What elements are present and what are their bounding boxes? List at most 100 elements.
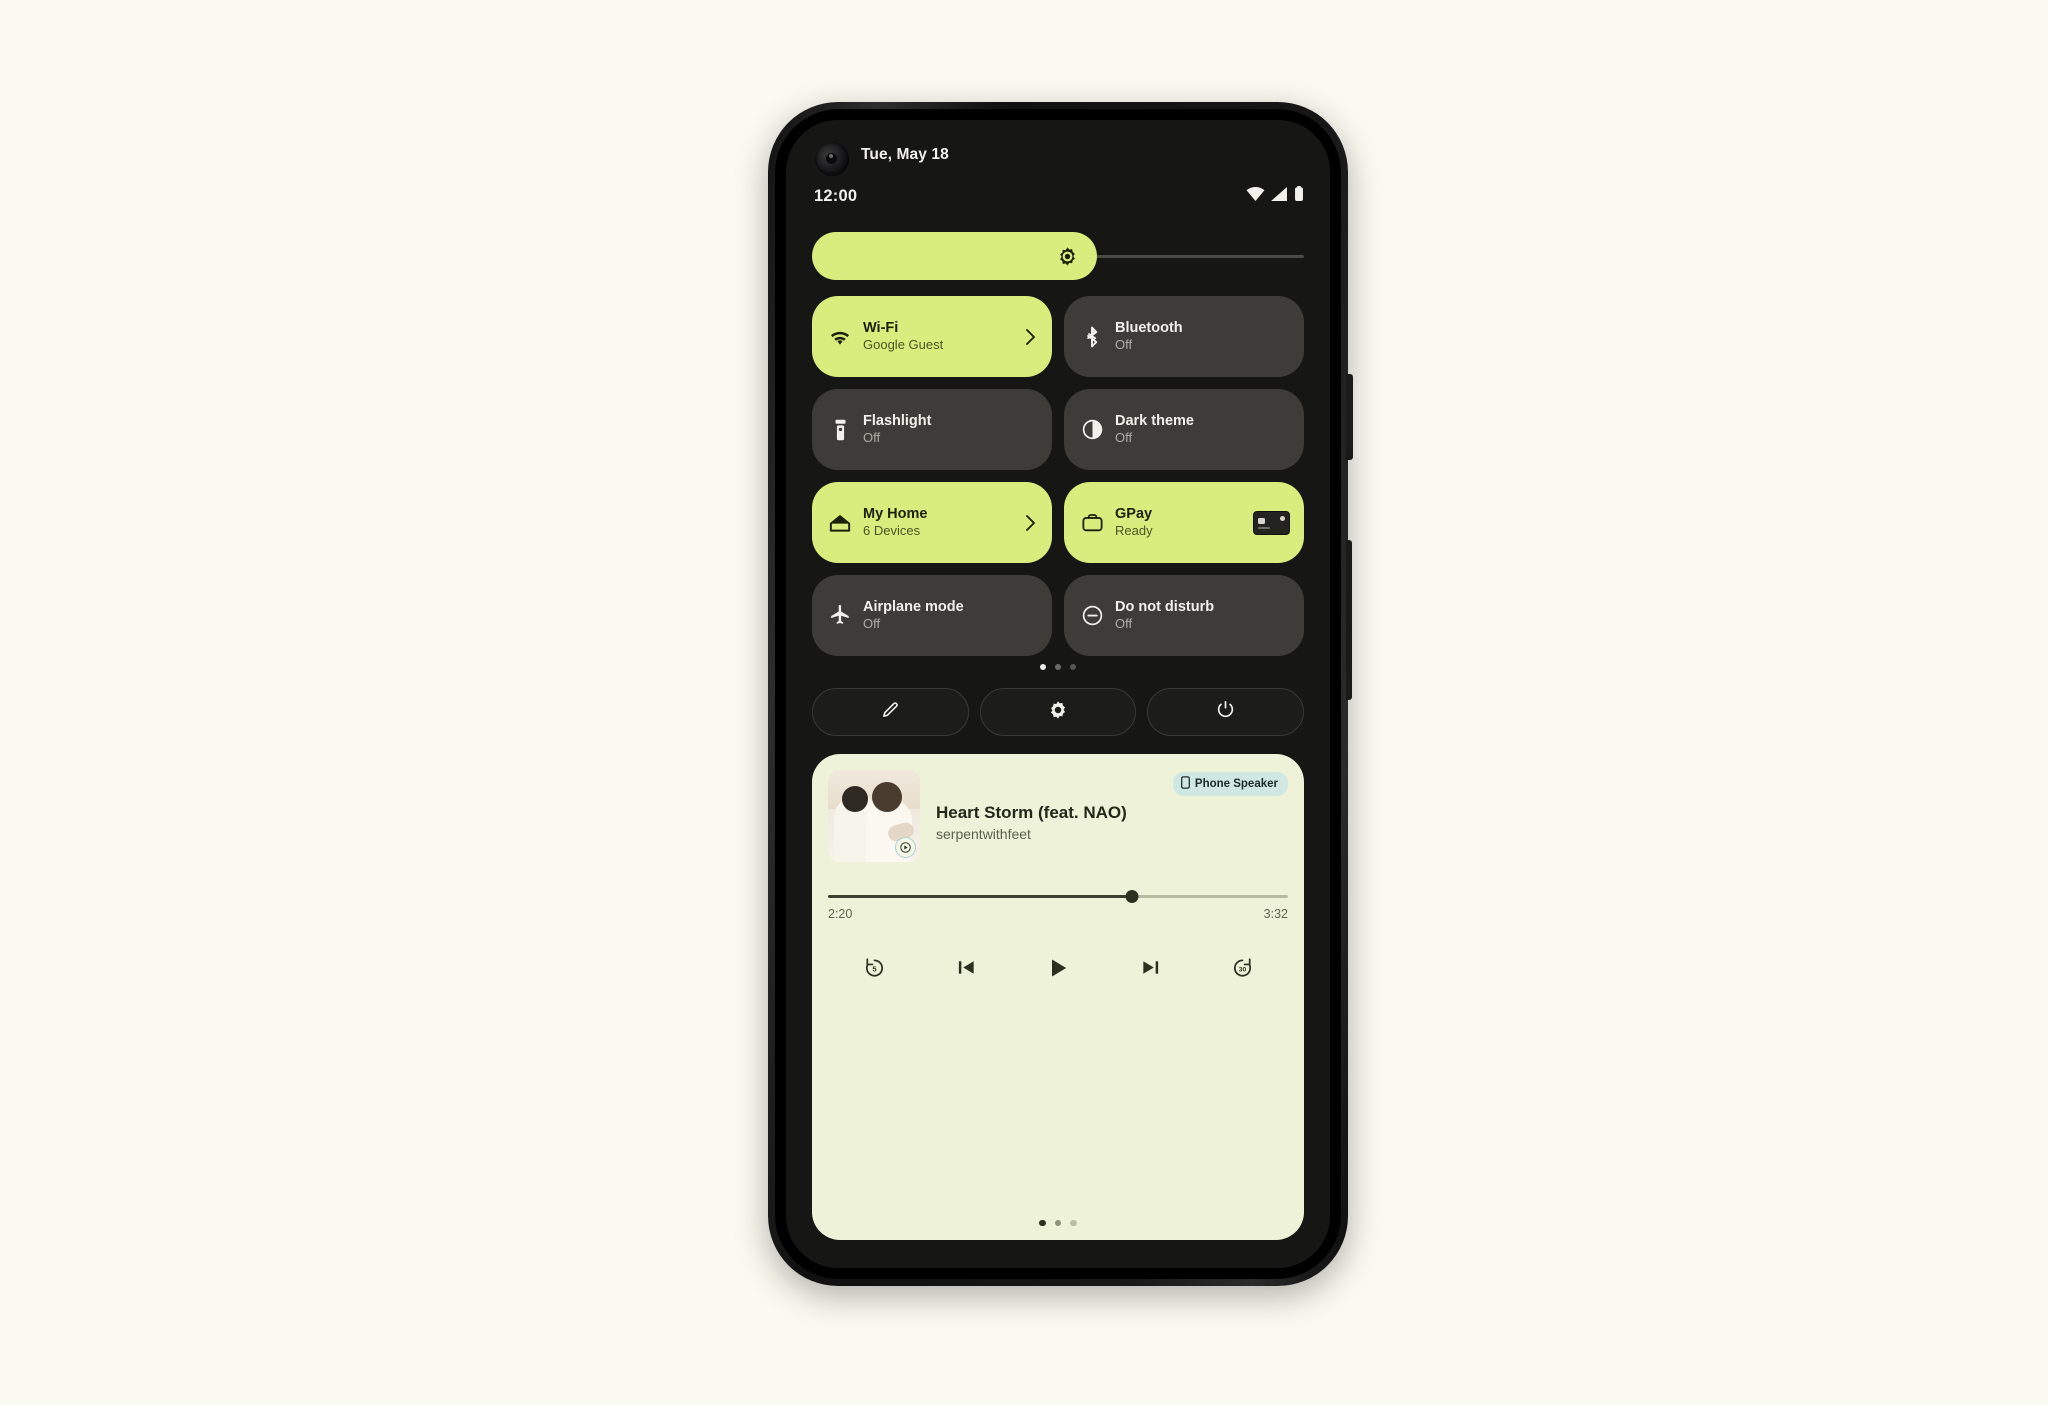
media-progress-fill (828, 895, 1132, 898)
status-bar-icons (1246, 186, 1304, 201)
media-time-row: 2:20 3:32 (828, 907, 1288, 921)
media-player-header: Phone Speaker Heart Storm (feat. NAO) se… (812, 754, 1304, 862)
flashlight-icon (827, 419, 853, 441)
media-progress-slider[interactable] (828, 890, 1288, 903)
settings-button[interactable] (979, 688, 1137, 736)
brightness-icon (1057, 246, 1078, 272)
forward-30-icon: 30 (1231, 956, 1254, 984)
home-icon (827, 513, 853, 533)
tile-subtitle: Off (1115, 430, 1133, 446)
forward-30-button[interactable]: 30 (1220, 948, 1264, 992)
card-number-line (1258, 526, 1270, 529)
output-switcher-label: Phone Speaker (1194, 778, 1278, 790)
tile-airplane-mode[interactable]: Airplane mode Off (812, 575, 1052, 656)
next-track-button[interactable] (1128, 948, 1172, 992)
brightness-track (1090, 254, 1304, 258)
tile-do-not-disturb-text: Do not disturb Off (1115, 598, 1214, 634)
replay-5-button[interactable]: 5 (852, 948, 896, 992)
chevron-right-icon[interactable] (1024, 328, 1038, 346)
screenshot-canvas: Tue, May 18 12:00 Wi-Fi Google Guest Blu… (0, 0, 2048, 1405)
tile-dark-theme[interactable]: Dark theme Off (1064, 389, 1304, 470)
page-dot-2[interactable] (1055, 664, 1061, 670)
media-metadata: Phone Speaker Heart Storm (feat. NAO) se… (936, 770, 1288, 862)
media-page-dot-2[interactable] (1054, 1219, 1062, 1226)
phone-device-frame: Tue, May 18 12:00 Wi-Fi Google Guest Blu… (768, 102, 1353, 1286)
card-logo-dot (1280, 515, 1285, 521)
album-art-head-left (842, 786, 868, 812)
page-dot-3[interactable] (1070, 664, 1076, 670)
previous-track-button[interactable] (944, 948, 988, 992)
phone-icon (1180, 776, 1190, 792)
device-power-button[interactable] (1346, 374, 1353, 460)
play-button[interactable] (1036, 948, 1080, 992)
tile-subtitle: Google Guest (863, 337, 944, 353)
battery-icon (1294, 186, 1304, 201)
total-duration: 3:32 (1263, 907, 1288, 921)
svg-text:30: 30 (1238, 967, 1246, 974)
youtube-music-play-icon[interactable] (895, 837, 916, 858)
pencil-icon (881, 700, 900, 724)
tile-my-home[interactable]: My Home 6 Devices (812, 482, 1052, 563)
tile-title: My Home (863, 505, 928, 522)
skip-next-icon (1140, 957, 1161, 983)
status-bar-date: Tue, May 18 (861, 146, 949, 163)
tile-my-home-text: My Home 6 Devices (863, 505, 927, 541)
payment-card-thumbnail[interactable] (1253, 510, 1290, 535)
cellular-signal-icon (1271, 186, 1288, 201)
power-icon (1216, 700, 1235, 724)
quick-settings-footer (812, 688, 1305, 736)
tile-title: Wi-Fi (863, 319, 899, 336)
tile-title: Flashlight (863, 412, 932, 429)
tile-subtitle: 6 Devices (863, 523, 921, 539)
tile-wifi[interactable]: Wi-Fi Google Guest (812, 296, 1052, 377)
wallet-icon (1079, 513, 1105, 532)
album-art-head-right (872, 782, 902, 812)
tile-subtitle: Off (863, 430, 881, 446)
output-switcher-chip[interactable]: Phone Speaker (1172, 772, 1288, 796)
power-menu-button[interactable] (1147, 688, 1305, 736)
brightness-slider[interactable] (812, 232, 1304, 280)
dark-theme-icon (1079, 419, 1105, 440)
quick-settings-grid: Wi-Fi Google Guest Bluetooth Off Flashli… (812, 296, 1304, 656)
wifi-icon (827, 329, 853, 345)
tile-airplane-mode-text: Airplane mode Off (863, 598, 964, 634)
tile-subtitle: Ready (1115, 523, 1153, 539)
tile-subtitle: Off (1115, 337, 1133, 353)
tile-bluetooth[interactable]: Bluetooth Off (1064, 296, 1304, 377)
tile-title: Bluetooth (1115, 319, 1183, 336)
tile-dark-theme-text: Dark theme Off (1115, 412, 1194, 448)
gear-icon (1048, 700, 1068, 725)
tile-title: Airplane mode (863, 598, 964, 615)
tile-flashlight[interactable]: Flashlight Off (812, 389, 1052, 470)
camera-glint (829, 154, 833, 158)
tile-gpay[interactable]: GPay Ready (1064, 482, 1304, 563)
tile-bluetooth-text: Bluetooth Off (1115, 319, 1183, 355)
replay-5-icon: 5 (863, 956, 886, 984)
tile-gpay-text: GPay Ready (1115, 505, 1153, 541)
media-progress-knob[interactable] (1125, 890, 1139, 903)
phone-screen: Tue, May 18 12:00 Wi-Fi Google Guest Blu… (786, 120, 1330, 1268)
tile-wifi-text: Wi-Fi Google Guest (863, 319, 943, 355)
tile-subtitle: Off (1115, 616, 1133, 632)
album-art[interactable] (828, 770, 920, 862)
tile-title: Do not disturb (1115, 598, 1215, 615)
media-page-dots[interactable] (812, 1219, 1304, 1226)
device-volume-rocker[interactable] (1346, 540, 1352, 700)
quick-settings-page-dots[interactable] (786, 664, 1330, 670)
bluetooth-icon (1079, 326, 1105, 348)
page-dot-1[interactable] (1040, 664, 1046, 670)
chevron-right-icon[interactable] (1024, 514, 1038, 532)
media-page-dot-1[interactable] (1039, 1219, 1046, 1226)
airplane-icon (827, 604, 853, 627)
tile-flashlight-text: Flashlight Off (863, 412, 931, 448)
tile-do-not-disturb[interactable]: Do not disturb Off (1064, 575, 1304, 656)
edit-tiles-button[interactable] (812, 688, 969, 736)
media-player-card[interactable]: Phone Speaker Heart Storm (feat. NAO) se… (812, 754, 1304, 1240)
elapsed-time: 2:20 (828, 907, 853, 921)
tile-title: Dark theme (1115, 412, 1194, 429)
track-title: Heart Storm (feat. NAO) (936, 803, 1127, 822)
media-page-dot-3[interactable] (1070, 1219, 1077, 1226)
skip-previous-icon (956, 957, 977, 983)
media-progress-section: 2:20 3:32 (828, 890, 1288, 921)
status-bar-clock: 12:00 (814, 187, 858, 205)
